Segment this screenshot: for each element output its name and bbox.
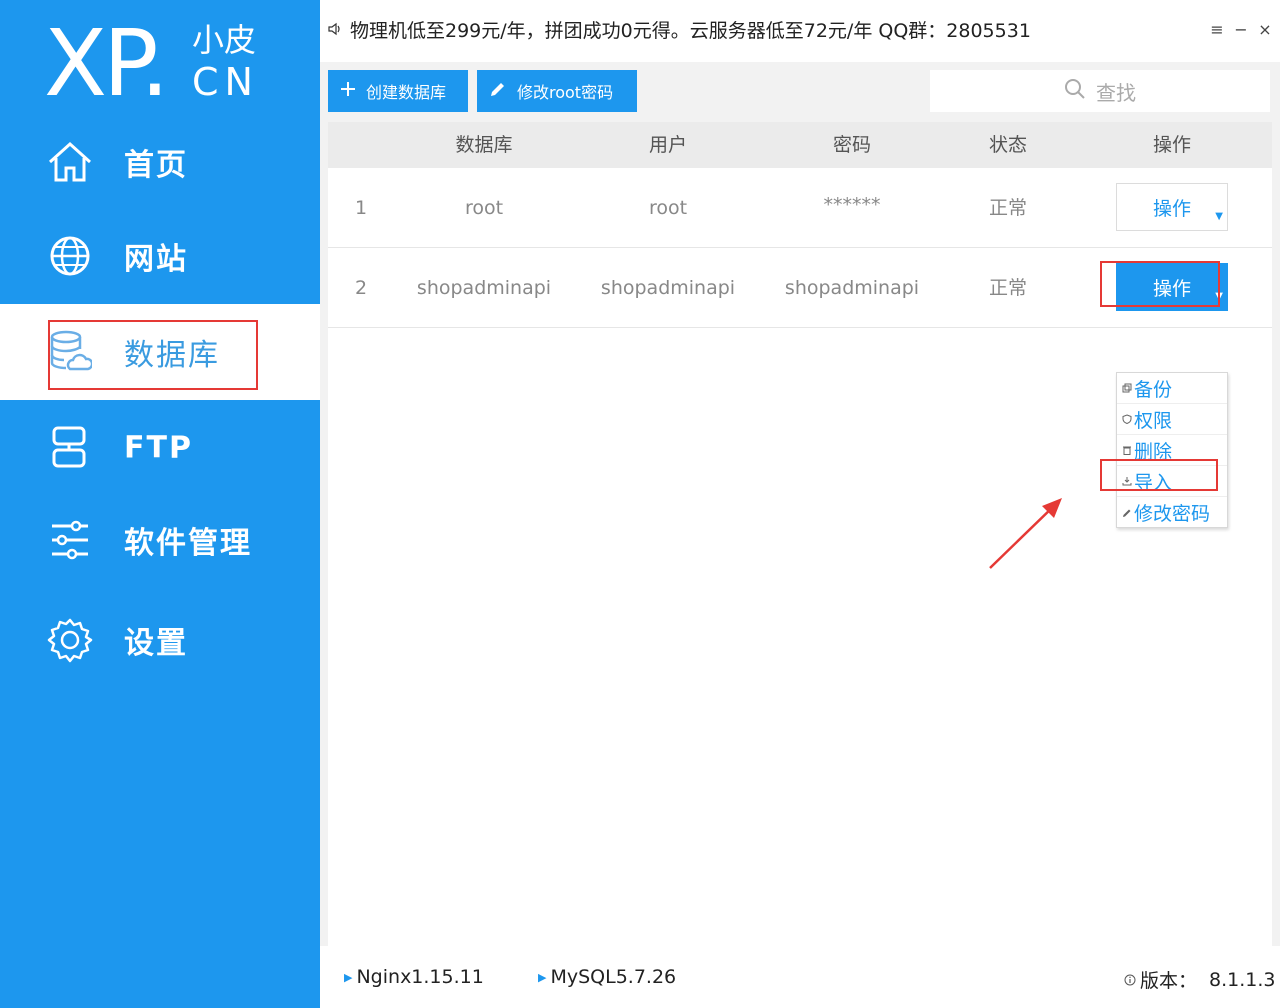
main-content: 创建数据库 修改root密码 查找 数据库 用户 密码 状态 操作 1 root… — [320, 62, 1280, 946]
change-root-password-button[interactable]: 修改root密码 — [477, 70, 637, 112]
row-index: 2 — [355, 277, 368, 299]
sidebar-item-database[interactable]: 数据库 — [0, 304, 320, 400]
menu-item-label: 备份 — [1134, 378, 1173, 401]
column-header-password: 密码 — [832, 134, 871, 156]
table-row: 1 root root ****** 正常 操作 ▼ — [328, 168, 1272, 248]
minimize-icon[interactable]: − — [1234, 20, 1248, 39]
sidebar-item-label: 设置 — [124, 626, 188, 661]
cell-status: 正常 — [988, 277, 1027, 299]
cell-password: ****** — [823, 194, 881, 216]
nginx-status[interactable]: ▶ Nginx1.15.11 — [344, 966, 484, 988]
menu-item-label: 导入 — [1134, 471, 1173, 494]
notice-text: 物理机低至299元/年，拼团成功0元得。云服务器低至72元/年 QQ群：2805… — [350, 20, 1031, 42]
row-index: 1 — [355, 197, 368, 219]
sliders-icon — [44, 514, 96, 566]
globe-icon — [44, 230, 96, 282]
logo-bottom-text: CN — [192, 60, 259, 104]
sidebar-item-label: 首页 — [124, 148, 188, 183]
shield-icon — [1121, 413, 1133, 425]
sidebar-item-label: 网站 — [124, 242, 188, 277]
sidebar-item-label: 软件管理 — [124, 526, 252, 561]
notice-banner[interactable]: 物理机低至299元/年，拼团成功0元得。云服务器低至72元/年 QQ群：2805… — [328, 16, 1031, 43]
mysql-version: MySQL5.7.26 — [550, 966, 677, 988]
trash-icon — [1121, 444, 1133, 456]
action-button-active[interactable]: 操作 ▼ — [1116, 263, 1228, 311]
caret-down-icon: ▼ — [1215, 291, 1223, 302]
close-icon[interactable]: × — [1258, 20, 1272, 39]
pencil-icon — [1121, 507, 1133, 519]
caret-down-icon: ▼ — [1215, 211, 1223, 222]
table-row: 2 shopadminapi shopadminapi shopadminapi… — [328, 248, 1272, 328]
logo-top-text: 小皮 — [192, 21, 257, 59]
top-bar: 物理机低至299元/年，拼团成功0元得。云服务器低至72元/年 QQ群：2805… — [320, 0, 1280, 62]
play-icon: ▶ — [538, 970, 547, 984]
action-dropdown-menu: 备份 权限 删除 导入 修改密码 — [1116, 372, 1228, 528]
sidebar-item-website[interactable]: 网站 — [0, 208, 320, 304]
sidebar-item-settings[interactable]: 设置 — [0, 592, 320, 688]
menu-item-delete[interactable]: 删除 — [1117, 435, 1227, 466]
cell-password: shopadminapi — [784, 277, 920, 299]
menu-item-permissions[interactable]: 权限 — [1117, 404, 1227, 435]
copy-icon — [1121, 382, 1133, 394]
cell-user: shopadminapi — [600, 277, 736, 299]
create-database-label: 创建数据库 — [366, 83, 447, 102]
search-icon — [1064, 78, 1086, 105]
action-button[interactable]: 操作 ▼ — [1116, 183, 1228, 231]
logo-main: XP. — [44, 10, 169, 117]
menu-item-label: 权限 — [1134, 409, 1173, 432]
menu-icon[interactable]: ≡ — [1210, 20, 1224, 39]
status-bar: ▶ Nginx1.15.11 ▶ MySQL5.7.26 版本： 8.1.1.3 — [320, 946, 1280, 1008]
version-label: 版本： — [1140, 970, 1198, 992]
import-icon — [1121, 475, 1133, 487]
app-logo: XP. 小皮 CN — [44, 14, 284, 114]
menu-item-change-password[interactable]: 修改密码 — [1117, 497, 1227, 528]
info-icon — [1124, 969, 1136, 991]
column-header-database: 数据库 — [455, 134, 513, 156]
version-info[interactable]: 版本： 8.1.1.3 — [1124, 966, 1276, 993]
search-input[interactable]: 查找 — [930, 70, 1270, 112]
gear-icon — [44, 614, 96, 666]
column-header-status: 状态 — [988, 134, 1027, 156]
database-table: 数据库 用户 密码 状态 操作 1 root root ****** 正常 操作… — [328, 122, 1272, 946]
menu-item-label: 修改密码 — [1134, 503, 1211, 525]
menu-item-import[interactable]: 导入 — [1117, 466, 1227, 497]
mysql-status[interactable]: ▶ MySQL5.7.26 — [538, 966, 676, 988]
home-icon — [44, 136, 96, 188]
speaker-icon — [328, 19, 342, 41]
nginx-version: Nginx1.15.11 — [356, 966, 484, 988]
pencil-icon — [489, 80, 507, 102]
menu-item-backup[interactable]: 备份 — [1117, 373, 1227, 404]
menu-item-label: 删除 — [1134, 440, 1173, 463]
sidebar-item-home[interactable]: 首页 — [0, 114, 320, 210]
plus-icon — [340, 81, 356, 101]
play-icon: ▶ — [344, 970, 353, 984]
change-root-password-label: 修改root密码 — [517, 83, 614, 102]
sidebar-item-label: FTP — [124, 430, 193, 466]
action-label: 操作 — [1152, 197, 1191, 220]
create-database-button[interactable]: 创建数据库 — [328, 70, 468, 112]
table-header: 数据库 用户 密码 状态 操作 — [328, 122, 1272, 168]
version-value: 8.1.1.3 — [1209, 968, 1276, 991]
column-header-user: 用户 — [648, 134, 687, 156]
ftp-server-icon — [44, 422, 96, 474]
cell-database: shopadminapi — [416, 277, 552, 299]
sidebar-item-software[interactable]: 软件管理 — [0, 492, 320, 588]
annotation-arrow-icon — [989, 498, 1062, 569]
column-header-action: 操作 — [1152, 134, 1191, 156]
search-placeholder: 查找 — [1096, 80, 1136, 105]
cell-database: root — [464, 197, 504, 219]
action-label: 操作 — [1152, 277, 1191, 300]
highlight-box — [48, 320, 258, 390]
cell-status: 正常 — [988, 197, 1027, 219]
cell-user: root — [648, 197, 688, 219]
window-controls: ≡ − × — [1210, 20, 1272, 39]
sidebar: XP. 小皮 CN 首页 网站 数据库 FTP 软件管理 设置 — [0, 0, 320, 1008]
sidebar-item-ftp[interactable]: FTP — [0, 400, 320, 496]
